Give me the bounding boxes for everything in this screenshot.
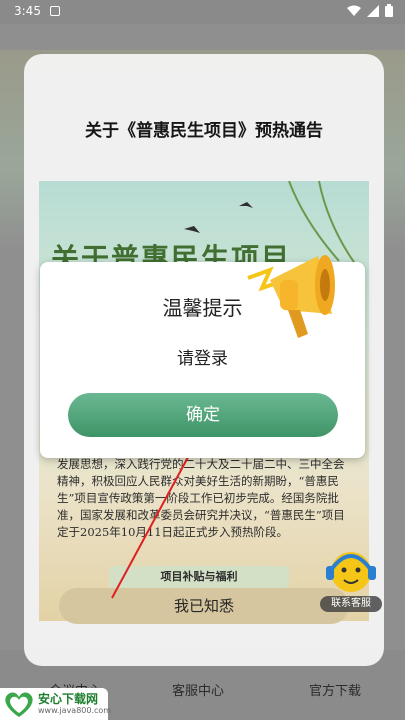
heart-logo-icon — [5, 692, 33, 717]
site-watermark: 安心下载网 www.java800.com — [0, 688, 112, 720]
notification-icon — [50, 6, 60, 16]
poster-text: 发展思想，深入践行党的二十大及二十届二中、三中全会精神，积极回应人民群众对美好生… — [57, 457, 345, 539]
customer-service-float[interactable]: 联系客服 — [320, 544, 386, 614]
announcement-title: 关于《普惠民生项目》预热通告 — [85, 121, 323, 141]
megaphone-icon — [247, 255, 335, 338]
watermark-brand: 安心下载网 — [38, 692, 99, 706]
confirm-button[interactable]: 确定 — [68, 393, 338, 437]
status-bar: 3:45 — [0, 0, 405, 24]
poster-tag: 项目补贴与福利 — [109, 566, 289, 588]
acknowledge-button[interactable]: 我已知悉 — [59, 588, 349, 624]
status-time: 3:45 — [14, 4, 41, 18]
status-icons — [347, 4, 393, 17]
customer-service-icon — [326, 552, 376, 592]
customer-service-label: 联系客服 — [320, 596, 382, 612]
signal-icon — [367, 4, 379, 17]
battery-icon — [385, 4, 393, 17]
tab-official-download[interactable]: 官方下载 — [290, 680, 380, 699]
tab-service-center[interactable]: 客服中心 — [153, 680, 243, 699]
watermark-url: www.java800.com — [38, 706, 112, 715]
wifi-icon — [347, 5, 361, 16]
